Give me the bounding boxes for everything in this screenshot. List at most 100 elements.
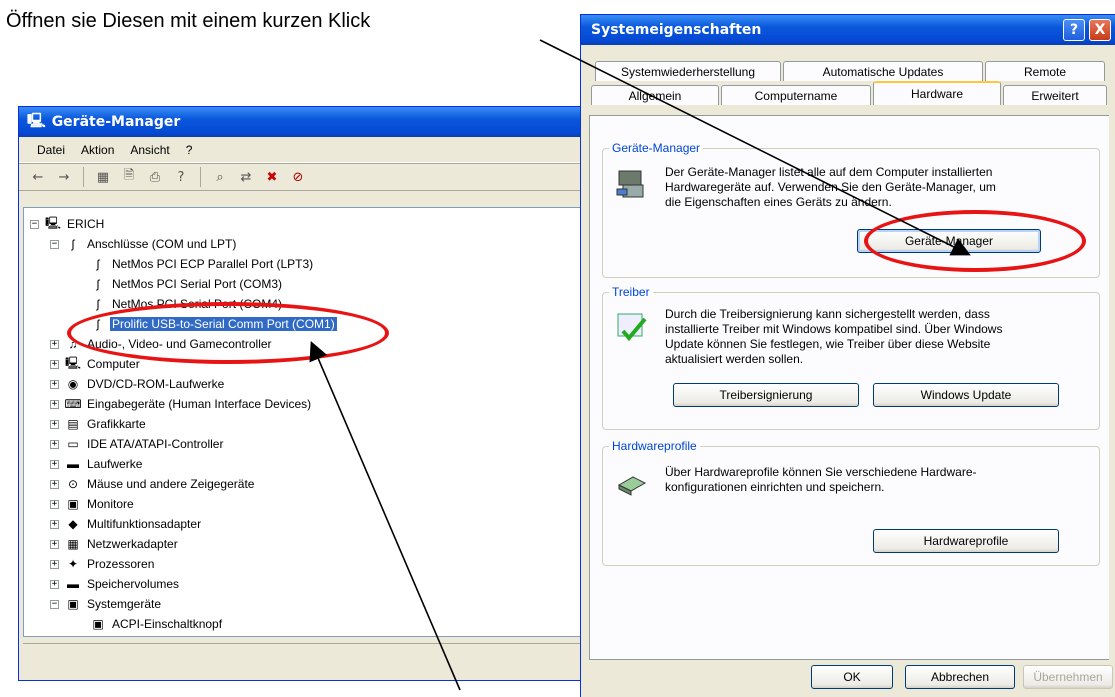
tree-root[interactable]: − 🖳 ERICH <box>30 214 106 234</box>
expand-icon[interactable]: + <box>50 339 59 349</box>
tree-category-ports[interactable]: − ʃ Anschlüsse (COM und LPT) <box>50 234 238 254</box>
tree-label: ERICH <box>67 217 105 231</box>
tree-device[interactable]: ▣ ACPI-Einschaltknopf <box>90 614 224 634</box>
hardware-profiles-group: Hardwareprofile Über Hardwareprofile kön… <box>602 439 1100 566</box>
tree-category[interactable]: + 🖳 Computer <box>50 354 142 374</box>
expand-icon[interactable]: + <box>50 479 59 489</box>
menu-ansicht[interactable]: Ansicht <box>124 140 175 160</box>
tree-label: ACPI-Einschaltknopf <box>112 617 223 631</box>
forward-arrow-icon[interactable]: → <box>53 166 75 188</box>
system-properties-dialog: Systemeigenschaften ? X Systemwiederhers… <box>580 14 1115 697</box>
tree-view-icon[interactable]: ▦ <box>92 166 114 188</box>
expand-icon[interactable]: + <box>50 459 59 469</box>
expand-icon[interactable]: + <box>50 559 59 569</box>
tree-category[interactable]: − ▣ Systemgeräte <box>50 594 163 614</box>
expand-icon[interactable]: + <box>50 579 59 589</box>
driver-signing-button[interactable]: Treibersignierung <box>673 383 859 407</box>
expand-icon[interactable]: + <box>50 359 59 369</box>
ide-controller-icon: ▭ <box>67 437 79 451</box>
uninstall-icon[interactable]: ✖ <box>261 166 283 188</box>
device-manager-titlebar[interactable]: 🖳 Geräte-Manager <box>19 107 598 137</box>
status-bar <box>23 643 598 677</box>
expand-icon[interactable]: + <box>50 499 59 509</box>
tree-device[interactable]: ʃ NetMos PCI ECP Parallel Port (LPT3) <box>90 254 315 274</box>
tree-category[interactable]: + ▬ Laufwerke <box>50 454 144 474</box>
expand-icon[interactable]: + <box>50 379 59 389</box>
tree-label: Mäuse und andere Zeigegeräte <box>87 477 255 491</box>
tab-computername[interactable]: Computername <box>721 85 871 105</box>
tab-remote[interactable]: Remote <box>985 61 1105 81</box>
tree-category[interactable]: + ⊙ Mäuse und andere Zeigegeräte <box>50 474 256 494</box>
back-arrow-icon[interactable]: ← <box>27 166 49 188</box>
mouse-icon: ⊙ <box>67 477 79 491</box>
expand-icon[interactable]: + <box>50 399 59 409</box>
properties-icon[interactable]: 🗎 <box>118 166 140 188</box>
update-driver-icon[interactable]: ⇄ <box>235 166 257 188</box>
computer-icon: 🖳 <box>65 355 82 370</box>
disable-icon[interactable]: ⊘ <box>287 166 309 188</box>
annotation-text: Öffnen sie Diesen mit einem kurzen Klick <box>6 10 371 32</box>
expand-icon[interactable]: + <box>50 539 59 549</box>
tree-label: Monitore <box>87 497 134 511</box>
hardware-profiles-description: Über Hardwareprofile können Sie verschie… <box>665 465 977 494</box>
tree-label: Prozessoren <box>87 557 155 571</box>
tree-category[interactable]: + ▬ Speichervolumes <box>50 574 181 594</box>
input-device-icon: ⌨ <box>64 397 82 411</box>
tree-category[interactable]: + ⌨ Eingabegeräte (Human Interface Devices… <box>50 394 313 414</box>
expand-icon[interactable]: + <box>50 519 59 529</box>
processor-icon: ✦ <box>67 557 79 571</box>
menu-help[interactable]: ? <box>180 140 199 160</box>
tree-device[interactable]: ʃ NetMos PCI Serial Port (COM3) <box>90 274 284 294</box>
group-title: Treiber <box>609 285 653 299</box>
toolbar: ← → ▦ 🗎 ⎙ ? ⌕ ⇄ ✖ ⊘ <box>19 163 598 191</box>
port-icon: ʃ <box>96 317 100 331</box>
help-button[interactable]: ? <box>1063 19 1085 41</box>
device-manager-group: Geräte-Manager Der Geräte-Manager listet… <box>602 141 1100 278</box>
scan-hardware-icon[interactable]: ⌕ <box>209 166 231 188</box>
tab-automatische-updates[interactable]: Automatische Updates <box>783 61 983 81</box>
device-manager-button[interactable]: Geräte-Manager <box>857 229 1041 253</box>
port-icon: ʃ <box>71 237 75 251</box>
tree-label: IDE ATA/ATAPI-Controller <box>87 437 224 451</box>
tree-category[interactable]: + ▦ Netzwerkadapter <box>50 534 180 554</box>
windows-update-button[interactable]: Windows Update <box>873 383 1059 407</box>
device-tree: − 🖳 ERICH − ʃ Anschlüsse (COM und LPT) ʃ… <box>23 207 598 637</box>
tree-label: Systemgeräte <box>87 597 162 611</box>
menu-datei[interactable]: Datei <box>31 140 71 160</box>
tree-label: Laufwerke <box>87 457 143 471</box>
tree-category[interactable]: + ▣ Monitore <box>50 494 136 514</box>
system-properties-titlebar[interactable]: Systemeigenschaften ? X <box>581 15 1115 45</box>
system-device-icon: ▣ <box>92 617 104 631</box>
menu-aktion[interactable]: Aktion <box>75 140 120 160</box>
collapse-icon[interactable]: − <box>30 219 39 229</box>
hardware-profiles-icon <box>617 476 647 496</box>
apply-button[interactable]: Übernehmen <box>1023 665 1113 689</box>
tree-label: Multifunktionsadapter <box>87 517 202 531</box>
tree-category[interactable]: + ✦ Prozessoren <box>50 554 156 574</box>
cancel-button[interactable]: Abbrechen <box>905 665 1015 689</box>
tab-hardware[interactable]: Hardware <box>873 81 1001 105</box>
print-icon[interactable]: ⎙ <box>144 166 166 188</box>
driver-description: Durch die Treibersignierung kann sicherg… <box>665 307 1003 366</box>
monitor-icon: ▣ <box>67 497 79 511</box>
tree-category[interactable]: + ◆ Multifunktionsadapter <box>50 514 203 534</box>
tree-category[interactable]: + ◉ DVD/CD-ROM-Laufwerke <box>50 374 226 394</box>
system-devices-icon: ▣ <box>67 597 79 611</box>
collapse-icon[interactable]: − <box>50 239 59 249</box>
tree-category[interactable]: + ▭ IDE ATA/ATAPI-Controller <box>50 434 225 454</box>
hardware-profiles-button[interactable]: Hardwareprofile <box>873 529 1059 553</box>
ok-button[interactable]: OK <box>811 665 893 689</box>
tab-allgemein[interactable]: Allgemein <box>591 85 719 105</box>
expand-icon[interactable]: + <box>50 419 59 429</box>
expand-icon[interactable]: + <box>50 439 59 449</box>
tab-systemwiederherstellung[interactable]: Systemwiederherstellung <box>595 61 781 81</box>
close-button[interactable]: X <box>1089 19 1111 41</box>
tab-erweitert[interactable]: Erweitert <box>1003 85 1107 105</box>
tree-device-selected[interactable]: ʃ Prolific USB-to-Serial Comm Port (COM1… <box>90 314 337 334</box>
help-icon[interactable]: ? <box>170 166 192 188</box>
hardware-tab-panel: Geräte-Manager Der Geräte-Manager listet… <box>589 115 1109 660</box>
collapse-icon[interactable]: − <box>50 599 59 609</box>
tree-device[interactable]: ʃ NetMos PCI Serial Port (COM4) <box>90 294 284 314</box>
tree-category[interactable]: + ♫ Audio-, Video- und Gamecontroller <box>50 334 274 354</box>
tree-category[interactable]: + ▤ Grafikkarte <box>50 414 148 434</box>
